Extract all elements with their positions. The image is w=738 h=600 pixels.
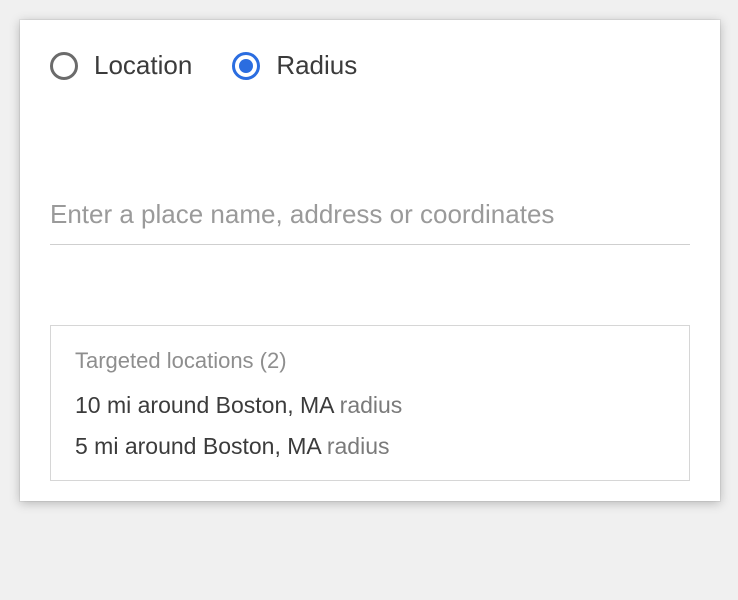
radio-option-location[interactable]: Location (50, 50, 192, 81)
radio-label-location: Location (94, 50, 192, 81)
radio-unselected-icon (50, 52, 78, 80)
location-main-text: 5 mi around Boston, MA (75, 433, 320, 459)
place-search-input[interactable] (50, 191, 690, 245)
radio-label-radius: Radius (276, 50, 357, 81)
location-suffix-text: radius (333, 392, 402, 418)
radio-dot-icon (239, 59, 253, 73)
radio-selected-icon (232, 52, 260, 80)
targeted-locations-header: Targeted locations (2) (75, 348, 665, 374)
location-main-text: 10 mi around Boston, MA (75, 392, 333, 418)
list-item[interactable]: 5 mi around Boston, MA radius (75, 433, 665, 460)
radio-option-radius[interactable]: Radius (232, 50, 357, 81)
location-targeting-panel: Location Radius Targeted locations (2) 1… (20, 20, 720, 501)
targeted-locations-box: Targeted locations (2) 10 mi around Bost… (50, 325, 690, 481)
location-suffix-text: radius (320, 433, 389, 459)
list-item[interactable]: 10 mi around Boston, MA radius (75, 392, 665, 419)
targeting-type-radio-group: Location Radius (50, 50, 690, 81)
